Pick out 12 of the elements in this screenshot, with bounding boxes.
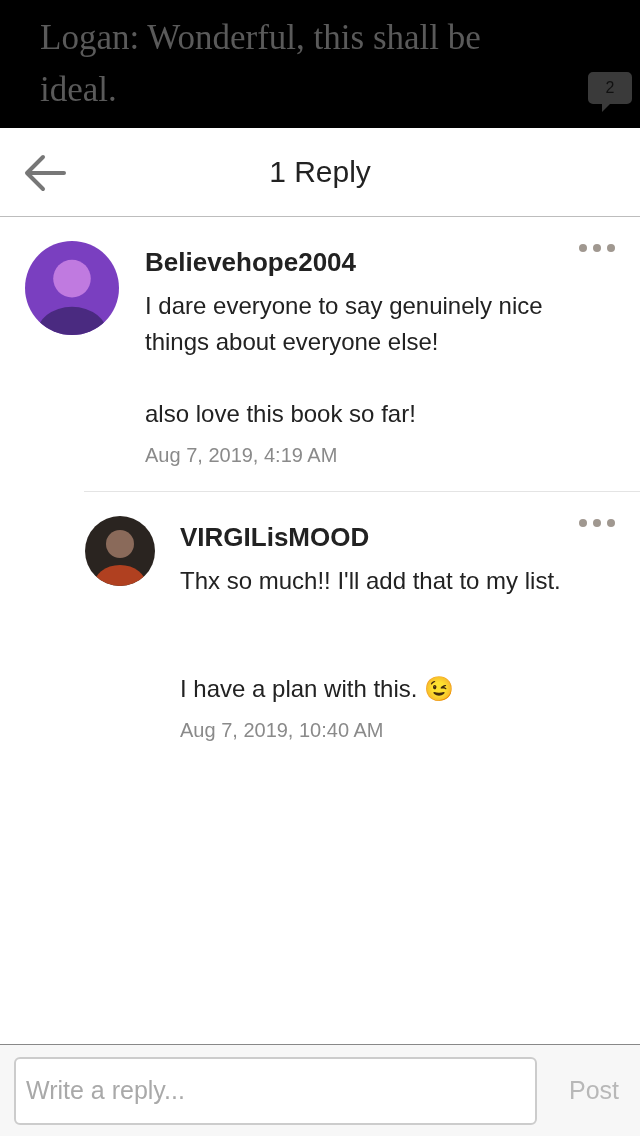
comment-text: I dare everyone to say genuinely nice things about everyone else! also love this book so far!: [145, 291, 544, 429]
author-name[interactable]: VIRGILisMOOD: [180, 522, 620, 553]
reply-input-field[interactable]: Write a reply...: [14, 1056, 537, 1125]
more-options-icon[interactable]: [578, 518, 616, 528]
back-arrow-icon: [24, 154, 66, 192]
comment-time: Aug 7, 2019, 10:40 AM: [180, 719, 385, 742]
header-title: 1 Reply: [269, 155, 371, 189]
author-name[interactable]: Believehope2004: [145, 247, 585, 278]
comment-time: Aug 7, 2019, 4:19 AM: [145, 444, 339, 467]
comment-text: Thx so much!! I'll add that to my list. I have a plan with this. 😉: [180, 566, 562, 704]
more-options-icon[interactable]: [578, 243, 616, 253]
story-paragraph: Logan: Wonderful, this shall be ideal.: [40, 17, 482, 111]
